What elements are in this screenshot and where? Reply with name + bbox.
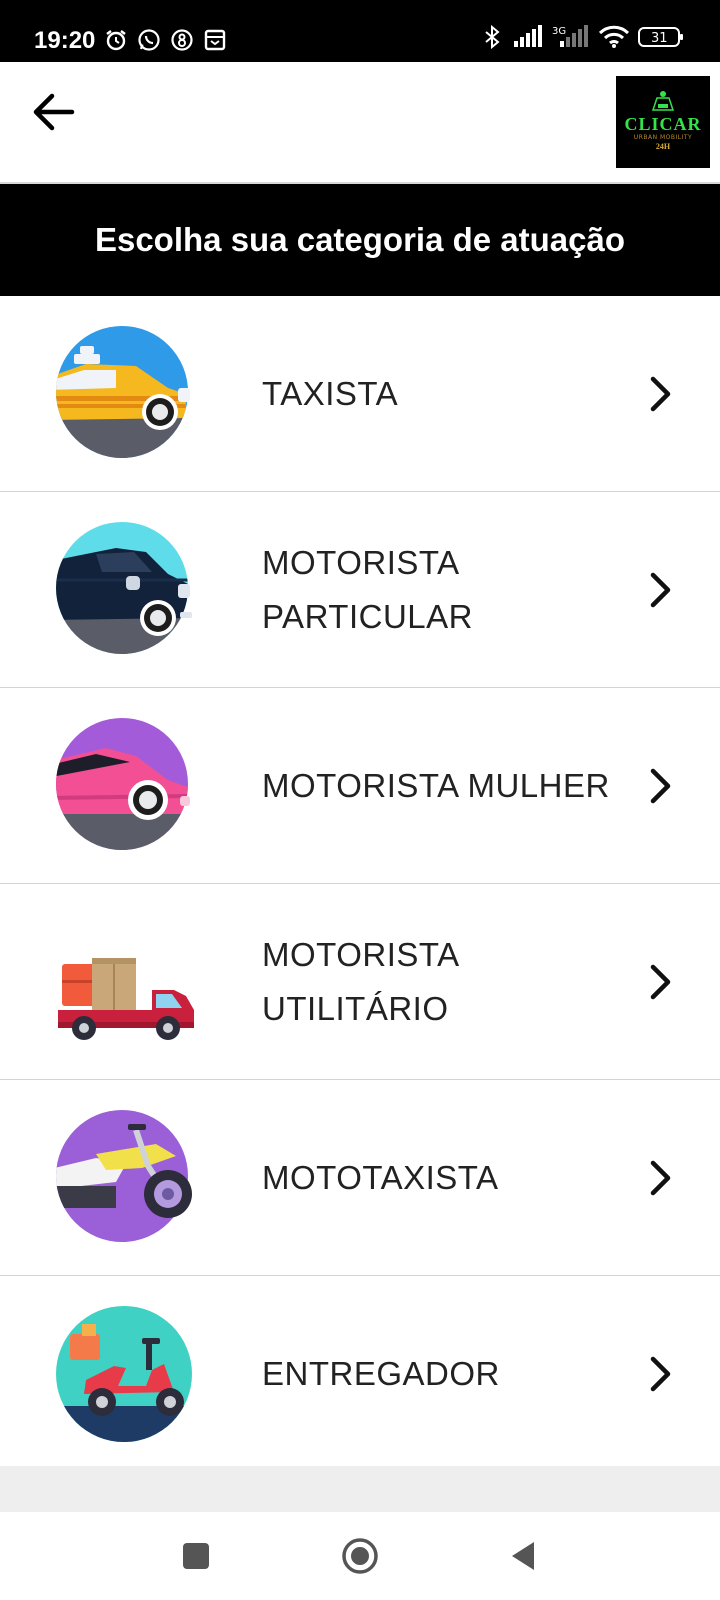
- signal-3g-icon: 3G: [552, 25, 588, 47]
- logo-emblem-icon: [651, 91, 675, 111]
- app-8-icon: [171, 29, 193, 51]
- category-label: TAXISTA: [262, 374, 399, 412]
- delivery-scooter-icon: [56, 1306, 192, 1442]
- category-item-mototaxista[interactable]: MOTOTAXISTA: [0, 1080, 720, 1276]
- recents-square-icon[interactable]: [172, 1532, 220, 1580]
- private-car-icon: [56, 522, 192, 654]
- back-triangle-icon[interactable]: [500, 1532, 548, 1580]
- category-item-taxista[interactable]: TAXISTA: [0, 296, 720, 492]
- battery-icon: 31: [638, 27, 683, 47]
- category-item-motorista-particular[interactable]: MOTORISTA PARTICULAR: [0, 492, 720, 688]
- utility-truck-icon: [58, 958, 194, 1040]
- chevron-right-icon: [650, 964, 671, 999]
- category-label: MOTORISTA UTILITÁRIO: [262, 935, 458, 1027]
- page-title: Escolha sua categoria de atuação: [94, 221, 626, 258]
- category-list: TAXISTA MOTORISTA PARTICULAR MOTORISTA M…: [0, 296, 720, 1472]
- home-circle-icon[interactable]: [336, 1532, 384, 1580]
- clicar-logo: CLICAR URBAN MOBILITY 24H: [616, 76, 710, 168]
- app-header: CLICAR URBAN MOBILITY 24H: [0, 62, 720, 184]
- category-label: MOTORISTA MULHER: [262, 766, 610, 804]
- signal-icon: [514, 25, 542, 47]
- category-item-entregador[interactable]: ENTREGADOR: [0, 1276, 720, 1472]
- motorcycle-icon: [56, 1110, 192, 1242]
- status-bar: 19:20 3G 31: [0, 0, 720, 62]
- arrow-left-icon[interactable]: [26, 84, 82, 140]
- logo-text: CLICAR: [624, 114, 702, 134]
- chevron-right-icon: [650, 572, 671, 607]
- chevron-right-icon: [650, 768, 671, 803]
- chevron-right-icon: [650, 1160, 671, 1195]
- calendar-icon: [204, 29, 226, 51]
- system-nav-bar: [0, 1512, 720, 1600]
- chevron-right-icon: [650, 376, 671, 411]
- clock-time: 19:20: [34, 27, 96, 54]
- network-label: 3G: [552, 26, 566, 37]
- list-footer-area: [0, 1466, 720, 1512]
- category-item-motorista-utilitario[interactable]: MOTORISTA UTILITÁRIO: [0, 884, 720, 1080]
- battery-level: 31: [651, 31, 668, 46]
- bluetooth-icon: [485, 25, 500, 49]
- chevron-right-icon: [650, 1356, 671, 1391]
- pink-car-icon: [56, 718, 190, 850]
- alarm-icon: [106, 30, 126, 51]
- title-band: Escolha sua categoria de atuação: [0, 184, 720, 296]
- logo-badge: 24H: [655, 142, 671, 151]
- category-label: ENTREGADOR: [262, 1354, 500, 1392]
- category-label: MOTOTAXISTA: [262, 1158, 499, 1196]
- wifi-icon: [598, 25, 630, 48]
- category-label: MOTORISTA PARTICULAR: [262, 543, 473, 635]
- whatsapp-icon: [138, 29, 160, 51]
- category-item-motorista-mulher[interactable]: MOTORISTA MULHER: [0, 688, 720, 884]
- taxi-car-icon: [56, 326, 190, 458]
- logo-subtitle: URBAN MOBILITY: [633, 134, 693, 141]
